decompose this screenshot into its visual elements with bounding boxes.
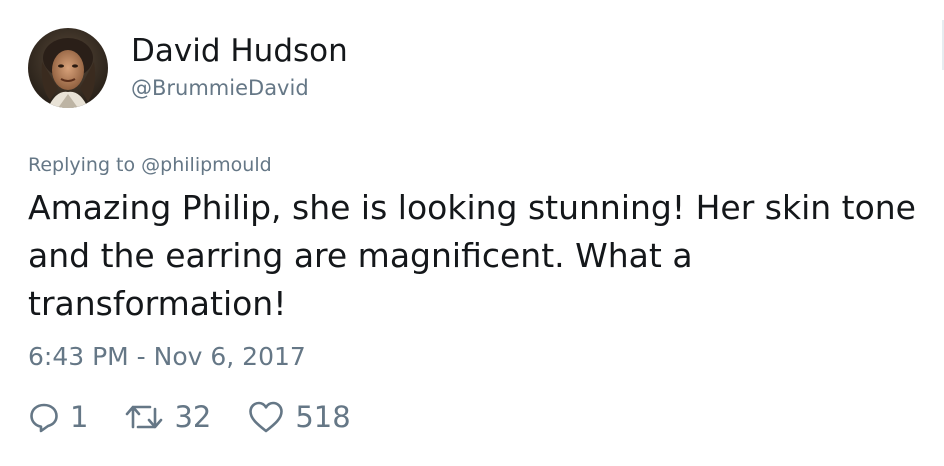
author-display-name[interactable]: David Hudson [131, 31, 348, 71]
author-handle[interactable]: @BrummieDavid [131, 74, 309, 102]
tweet-card: David Hudson @BrummieDavid Replying to @… [0, 0, 944, 466]
retweet-count: 32 [174, 400, 212, 434]
reply-button[interactable]: 1 [28, 396, 88, 438]
heart-icon [247, 400, 285, 434]
reply-mention-link[interactable]: @philipmould [141, 154, 272, 176]
portrait-avatar-image [28, 28, 108, 108]
reply-context-prefix: Replying to [28, 154, 142, 176]
action-bar: 1 32 518 [28, 396, 387, 438]
reply-icon [28, 401, 60, 433]
tweet-text: Amazing Philip, she is looking stunning!… [28, 188, 916, 323]
retweet-icon [124, 401, 164, 433]
reply-count: 1 [70, 400, 89, 434]
like-count: 518 [295, 400, 351, 434]
like-button[interactable]: 518 [247, 396, 351, 438]
avatar[interactable] [28, 28, 108, 108]
tweet-timestamp[interactable]: 6:43 PM - Nov 6, 2017 [28, 340, 306, 374]
reply-context: Replying to @philipmould [28, 152, 272, 178]
retweet-button[interactable]: 32 [124, 396, 211, 438]
